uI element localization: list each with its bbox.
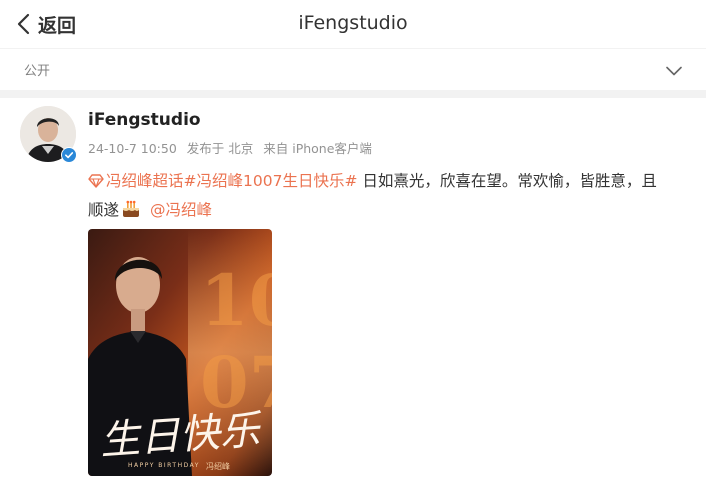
post-date: 24-10-7 10:50: [88, 141, 177, 156]
birthday-cake-icon: [121, 200, 141, 227]
super-topic-link[interactable]: 冯绍峰超话: [88, 172, 184, 190]
post-location: 发布于 北京: [186, 141, 254, 156]
chevron-down-icon[interactable]: [666, 61, 682, 80]
visibility-label: 公开: [24, 64, 51, 79]
top-nav-bar: 返回 iFengstudio: [0, 0, 706, 49]
post-image[interactable]: 10 07 生日快乐 HAPPY BIRTHDAY 冯绍峰: [88, 229, 272, 476]
super-topic-label: 冯绍峰超话: [106, 172, 184, 190]
diamond-icon: [88, 170, 104, 197]
hashtag-link[interactable]: #冯绍峰1007生日快乐#: [184, 172, 358, 190]
page-title: iFengstudio: [298, 12, 408, 34]
weibo-post-page: 返回 iFengstudio 公开 iFengstudio 24-10-7 10…: [0, 0, 706, 483]
post-text-line1: 日如熹光，欣喜在望。常欢愉，皆胜意，且: [357, 172, 657, 190]
svg-text:10: 10: [200, 259, 272, 342]
image-name-text: 冯绍峰: [206, 461, 230, 471]
author-name[interactable]: iFengstudio: [88, 110, 201, 130]
visibility-selector[interactable]: 公开: [0, 49, 706, 89]
mention-link[interactable]: @冯绍峰: [150, 201, 212, 219]
section-divider: [0, 90, 706, 98]
image-subtitle-text: HAPPY BIRTHDAY: [128, 462, 200, 469]
post-device[interactable]: 来自 iPhone客户端: [263, 141, 372, 156]
verified-badge-icon: [61, 147, 77, 163]
post-text: 冯绍峰超话#冯绍峰1007生日快乐# 日如熹光，欣喜在望。常欢愉，皆胜意，且 顺…: [88, 168, 686, 227]
post-meta: 24-10-7 10:50 发布于 北京 来自 iPhone客户端: [88, 138, 378, 157]
post-text-line2: 顺遂: [88, 201, 120, 219]
